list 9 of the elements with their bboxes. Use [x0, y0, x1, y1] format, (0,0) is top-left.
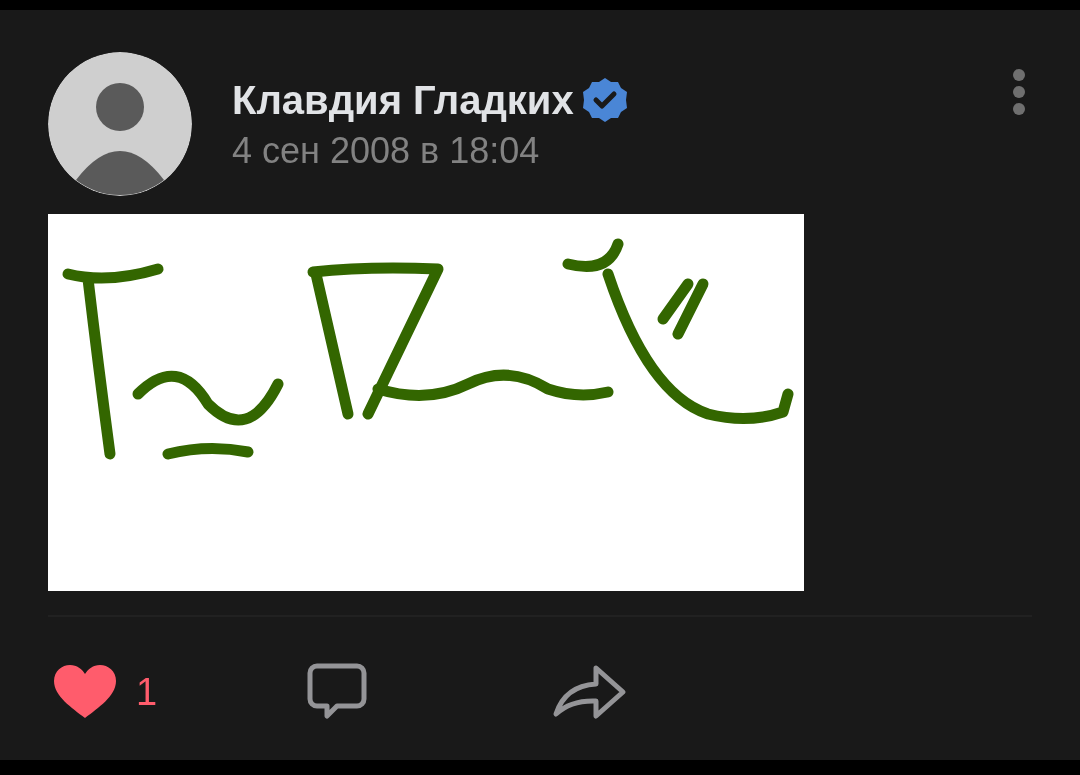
share-button[interactable]: [553, 664, 628, 720]
post-date: 4 сен 2008 в 18:04: [232, 131, 541, 171]
share-icon: [553, 664, 628, 720]
comment-button[interactable]: [307, 663, 368, 721]
like-button[interactable]: 1: [52, 663, 158, 721]
author-name[interactable]: Клавдия Гладких: [232, 78, 574, 123]
avatar[interactable]: [48, 52, 192, 196]
comment-icon: [307, 663, 368, 721]
more-icon: [1012, 68, 1026, 116]
